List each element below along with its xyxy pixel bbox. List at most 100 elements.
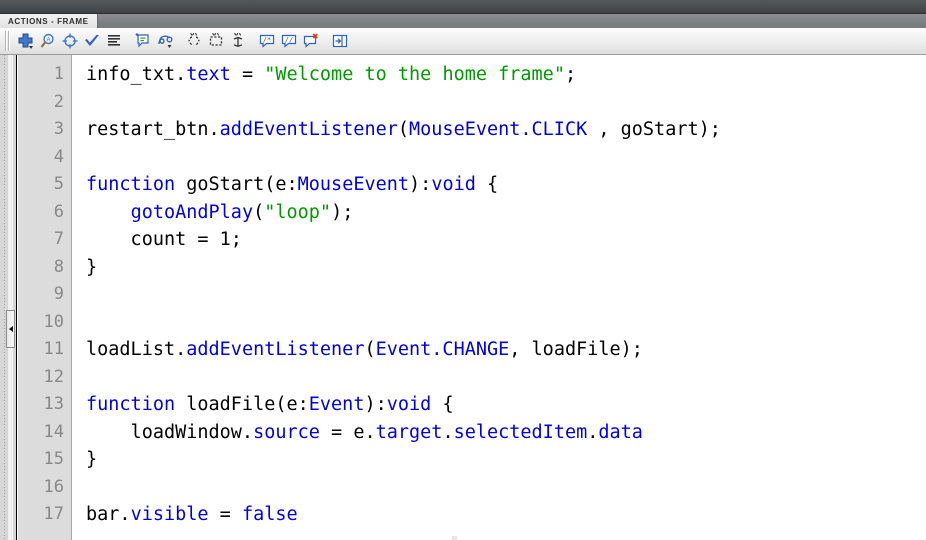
insert-target-path-icon[interactable] <box>59 30 81 52</box>
line-number: 2 <box>53 91 64 112</box>
line-number: 11 <box>43 339 64 359</box>
code-token: ); <box>331 201 354 223</box>
code-line[interactable]: info_txt.text = "Welcome to the home fra… <box>74 61 926 89</box>
auto-format-icon[interactable] <box>103 30 125 52</box>
code-line[interactable] <box>74 89 926 117</box>
code-token: goStart(e: <box>175 174 298 195</box>
show-hide-toolbox-icon[interactable] <box>329 30 351 52</box>
code-token: void <box>431 174 476 195</box>
code-line[interactable]: bar.visible = false <box>74 501 926 529</box>
code-line[interactable]: } <box>74 254 926 282</box>
code-token: = e. <box>319 421 376 443</box>
line-number: 8 <box>53 256 64 277</box>
code-token: . <box>587 421 599 443</box>
code-token: , goStart); <box>587 119 721 140</box>
code-token: void <box>386 394 432 415</box>
splitter-rail <box>8 55 13 540</box>
code-line[interactable]: function loadFile(e:Event):void { <box>74 391 926 419</box>
line-number: 17 <box>43 504 64 524</box>
code-token: MouseEvent <box>297 174 410 195</box>
find-icon[interactable]: A <box>37 30 59 52</box>
code-token: } <box>86 256 98 278</box>
code-content[interactable]: info_txt.text = "Welcome to the home fra… <box>74 55 926 540</box>
code-token: MouseEvent.CLICK <box>409 119 588 140</box>
actions-toolbar: A /* // <box>0 28 926 55</box>
collapse-between-braces-icon[interactable] <box>183 30 205 52</box>
code-token: bar. <box>86 504 131 525</box>
code-token: addEventListener <box>186 339 365 360</box>
script-editor[interactable]: 1 2 3 4 5 6 7 8 9 10 11 12 13 14 15 16 17 info_txt.text … <box>18 55 926 540</box>
code-line[interactable]: function goStart(e:MouseEvent):void { <box>74 171 926 199</box>
code-token: ; <box>564 64 577 85</box>
code-line[interactable]: loadList.addEventListener(Event.CHANGE, … <box>74 336 926 364</box>
code-token: restart_btn. <box>86 119 220 140</box>
code-line[interactable] <box>74 364 926 392</box>
line-number: 9 <box>53 284 64 304</box>
code-line[interactable]: loadWindow.source = e.target.selectedIte… <box>74 419 926 447</box>
check-syntax-icon[interactable] <box>81 30 103 52</box>
code-token: = <box>230 64 265 85</box>
toolbar-gripper[interactable] <box>3 31 12 51</box>
code-token: , loadFile); <box>509 339 643 360</box>
actions-panel: ACTIONS - FRAME A /* // 1 2 3 4 5 6 7 8 … <box>0 0 926 540</box>
code-token: } <box>86 449 98 470</box>
code-token: ( <box>253 201 265 223</box>
remove-comment-icon[interactable] <box>300 30 322 52</box>
code-line[interactable]: restart_btn.addEventListener(MouseEvent.… <box>74 116 926 144</box>
line-number: 15 <box>43 449 64 469</box>
collapse-panel-button[interactable] <box>6 310 15 348</box>
add-item-icon[interactable] <box>15 30 37 52</box>
line-number: 13 <box>43 394 64 414</box>
code-token: info_txt. <box>86 64 187 85</box>
code-token: ): <box>409 174 432 195</box>
line-number: 14 <box>43 421 64 442</box>
debug-options-icon[interactable] <box>154 30 176 52</box>
code-token: . <box>442 421 454 443</box>
line-number: 4 <box>53 146 64 167</box>
code-token: addEventListener <box>219 119 398 140</box>
code-token: { <box>475 174 499 195</box>
code-line[interactable]: } <box>74 446 926 474</box>
line-number: 7 <box>53 229 64 249</box>
show-code-hint-icon[interactable] <box>132 30 154 52</box>
code-token: loadWindow. <box>86 421 254 443</box>
code-token: { <box>431 394 454 415</box>
panel-tab-strip: ACTIONS - FRAME <box>0 14 926 28</box>
svg-text:/*: /* <box>263 36 271 44</box>
code-token: gotoAndPlay <box>130 201 254 223</box>
code-line[interactable] <box>74 474 926 502</box>
collapse-selection-icon[interactable] <box>205 30 227 52</box>
code-token: "loop" <box>264 201 332 223</box>
code-token: Event <box>308 394 365 415</box>
panel-title-bar <box>0 0 926 14</box>
code-token: function <box>86 394 176 415</box>
code-line[interactable] <box>74 281 926 309</box>
panel-splitter[interactable] <box>0 55 17 540</box>
code-line[interactable]: count = 1; <box>74 226 926 254</box>
code-token: false <box>241 504 298 525</box>
tab-actions-frame[interactable]: ACTIONS - FRAME <box>0 14 98 28</box>
expand-all-icon[interactable] <box>227 30 249 52</box>
apply-line-comment-icon[interactable]: // <box>278 30 300 52</box>
code-token: count = 1; <box>86 229 242 250</box>
splitter-dots <box>4 55 5 540</box>
code-token: function <box>86 174 176 195</box>
code-token: text <box>186 64 231 85</box>
code-token: loadList. <box>86 339 187 360</box>
code-token: source <box>253 421 320 443</box>
line-number: 10 <box>43 311 64 332</box>
line-number: 1 <box>53 64 64 84</box>
chevron-left-icon <box>8 326 13 332</box>
code-token: ( <box>364 339 376 360</box>
line-number-gutter: 1 2 3 4 5 6 7 8 9 10 11 12 13 14 15 16 17 <box>18 55 72 540</box>
code-token: "Welcome to the home frame" <box>264 64 565 85</box>
code-line[interactable]: gotoAndPlay("loop"); <box>74 199 926 227</box>
code-token: data <box>598 421 643 443</box>
code-token: loadFile(e: <box>175 394 309 415</box>
code-token: visible <box>130 504 209 525</box>
code-line[interactable] <box>74 144 926 172</box>
code-line[interactable] <box>74 309 926 337</box>
line-number: 16 <box>43 476 64 497</box>
apply-block-comment-icon[interactable]: /* <box>256 30 278 52</box>
